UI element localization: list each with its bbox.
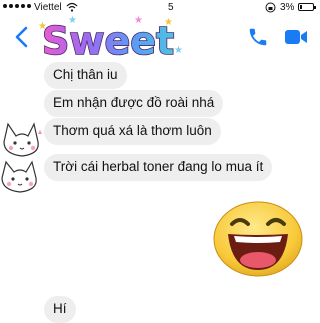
star-decoration: ★ [134,15,143,26]
message-bubble[interactable]: Thơm quá xá là thơm luôn [44,118,221,145]
status-time: 5 [168,2,174,13]
star-decoration: ★ [174,45,183,56]
message-bubble[interactable]: Chị thân iu [44,62,127,89]
chevron-left-icon[interactable] [12,26,32,48]
message-bubble[interactable]: Trời cái herbal toner đang lo mua ít [44,154,273,181]
rotation-lock-icon [265,2,276,13]
star-decoration: ★ [164,17,173,28]
message-bubble[interactable]: Em nhận được đồ roài nhá [44,90,224,117]
sweet-text-sticker: Sweet ★ ★ ★ ★ ★ [34,16,184,64]
carrier-name: Viettel [34,2,62,13]
battery-percent: 3% [280,2,295,13]
cat-sticker [1,122,42,193]
wifi-icon [66,2,78,12]
star-decoration: ★ [68,15,77,26]
star-decoration: ★ [38,21,47,32]
laughing-face-sticker[interactable] [212,200,304,278]
signal-strength-icon [3,4,31,8]
video-camera-icon[interactable] [284,28,308,46]
battery-icon [298,3,316,11]
conversation-header: c Sweet ★ ★ ★ ★ ★ [0,16,320,64]
sweet-sticker-label: Sweet [42,19,174,63]
phone-icon[interactable] [247,26,269,48]
message-bubble[interactable]: Hí [44,296,76,323]
status-bar: Viettel 5 3% [0,0,320,16]
